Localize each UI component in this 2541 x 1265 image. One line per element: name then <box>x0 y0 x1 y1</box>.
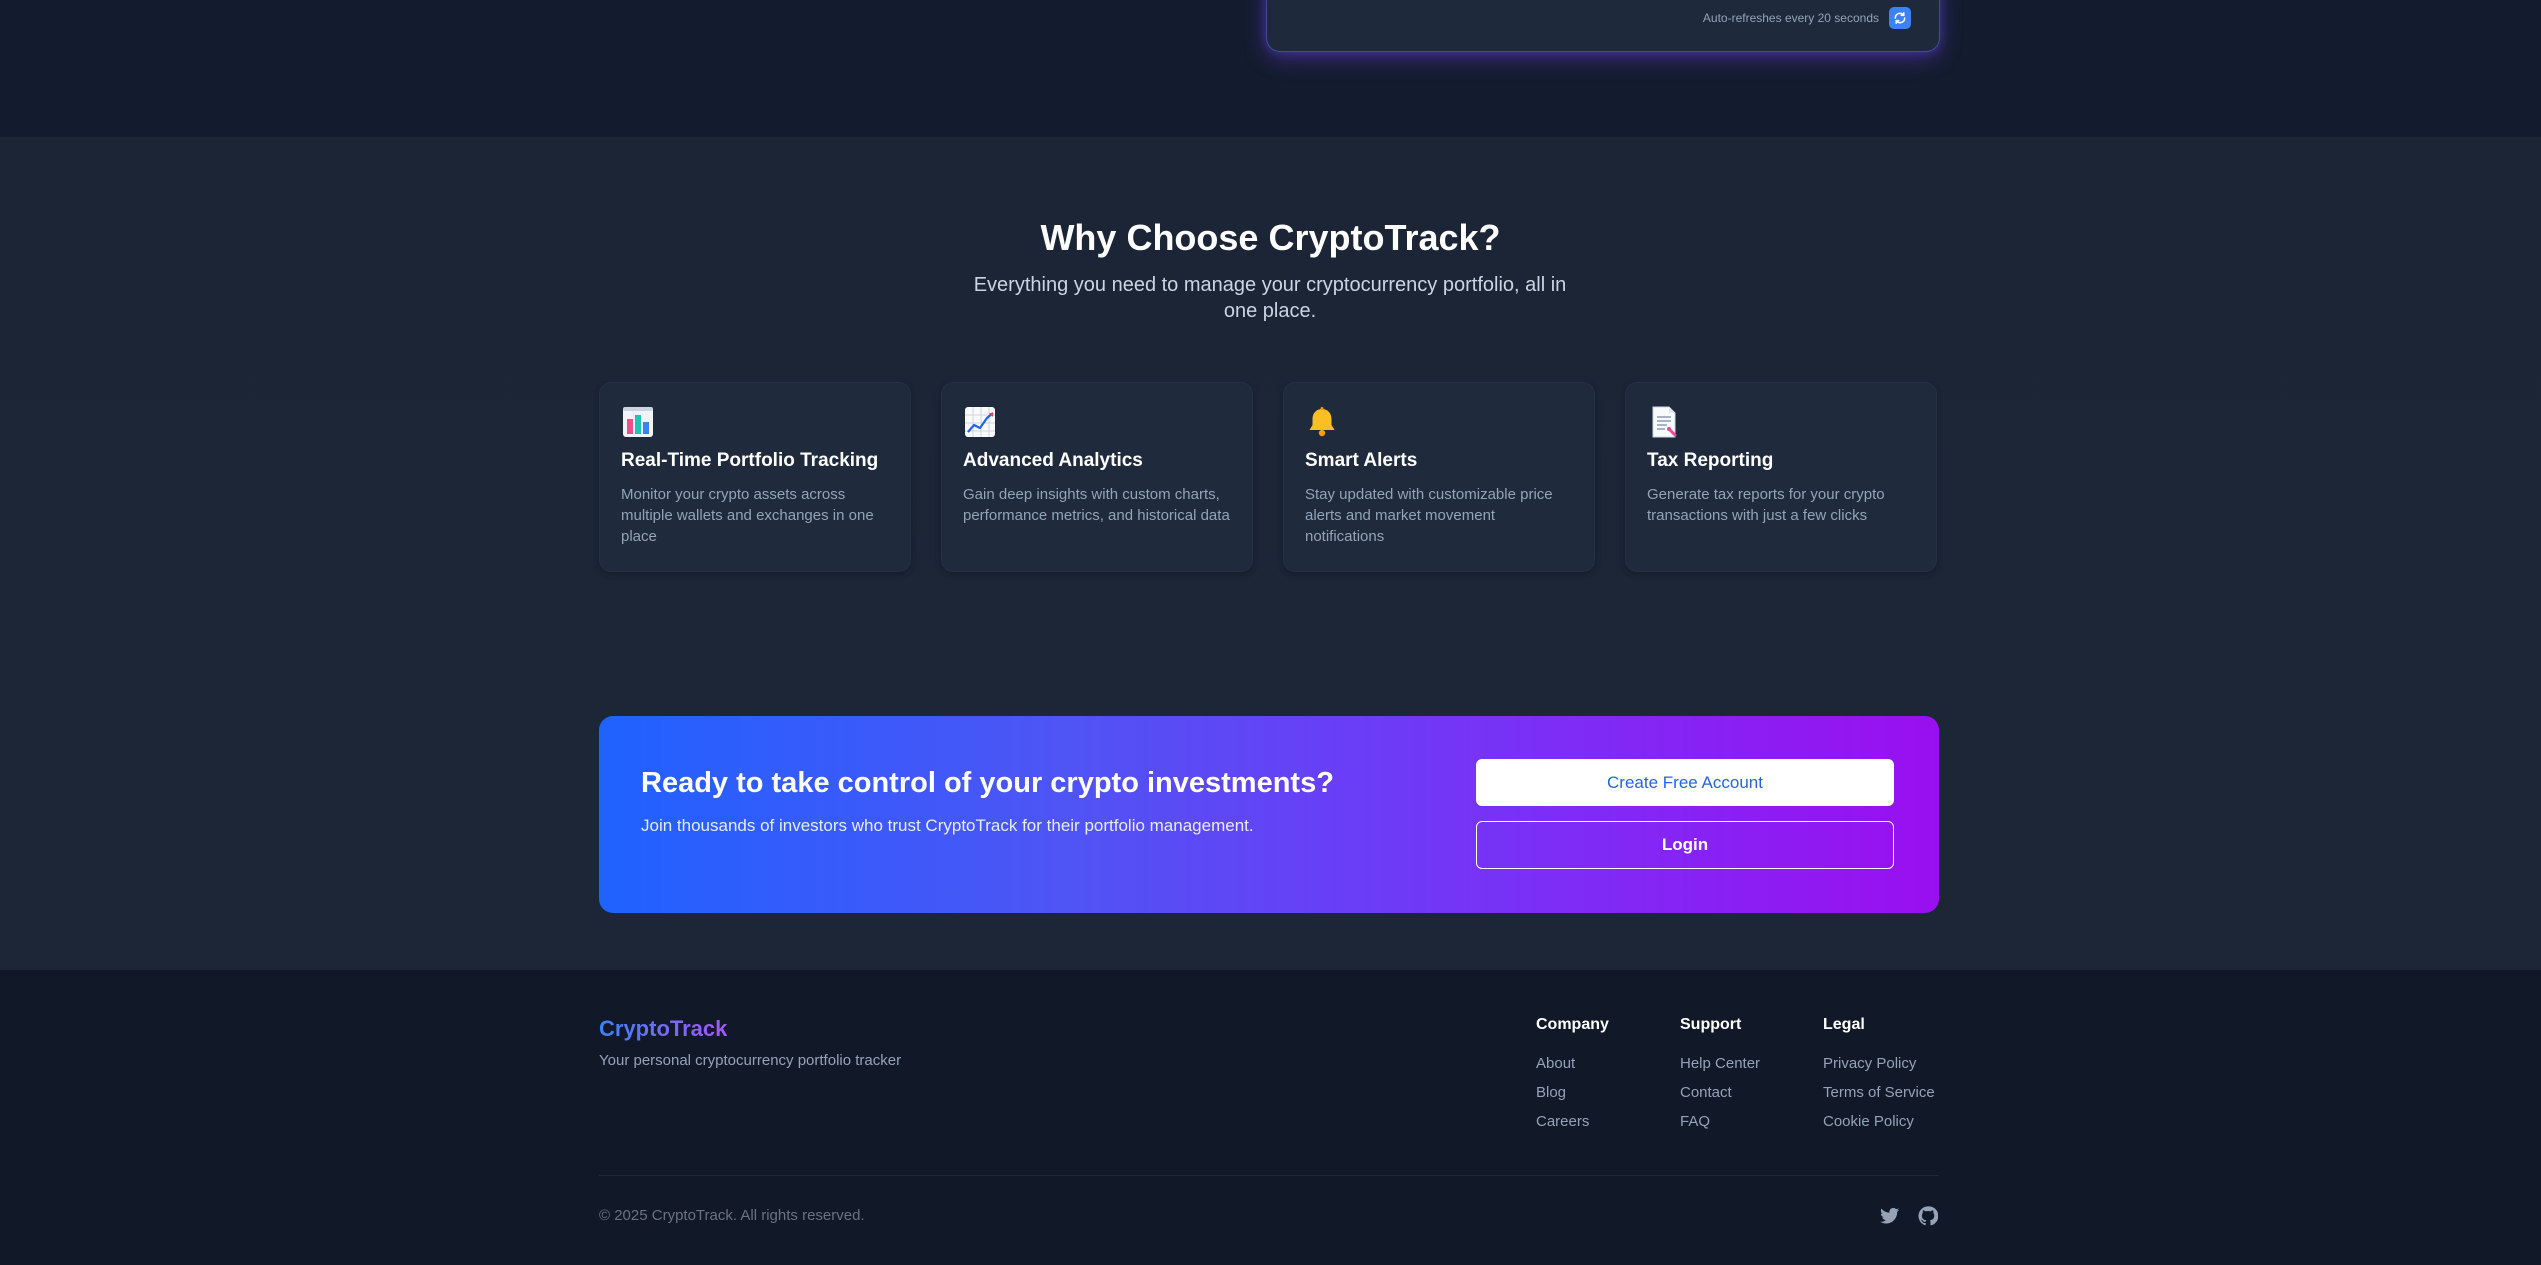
bar-chart-icon <box>623 407 653 437</box>
feature-card-title: Real-Time Portfolio Tracking <box>621 450 879 471</box>
feature-card-analytics: Advanced Analytics Gain deep insights wi… <box>941 382 1253 572</box>
footer-link-faq[interactable]: FAQ <box>1680 1113 1760 1130</box>
footer-column-title: Support <box>1680 1016 1742 1033</box>
features-subtitle: Everything you need to manage your crypt… <box>973 274 1567 322</box>
footer-link-cookie-policy[interactable]: Cookie Policy <box>1823 1113 1935 1130</box>
twitter-link[interactable] <box>1880 1206 1900 1226</box>
refresh-icon <box>1894 11 1906 25</box>
feature-card-title: Advanced Analytics <box>963 450 1143 471</box>
features-title: Why Choose CryptoTrack? <box>1040 217 1501 258</box>
footer-divider <box>599 1175 1939 1176</box>
document-icon <box>1652 406 1677 438</box>
feature-card-title: Tax Reporting <box>1647 450 1774 471</box>
footer-link-terms-of-service[interactable]: Terms of Service <box>1823 1084 1935 1101</box>
github-link[interactable] <box>1918 1206 1938 1226</box>
create-account-button[interactable]: Create Free Account <box>1476 759 1894 806</box>
feature-card-description: Gain deep insights with custom charts, p… <box>963 486 1230 524</box>
cta-subtitle: Join thousands of investors who trust Cr… <box>641 816 1254 835</box>
auto-refresh-text: Auto-refreshes every 20 seconds <box>1702 11 1879 25</box>
login-button[interactable]: Login <box>1476 821 1894 869</box>
page: Auto-refreshes every 20 seconds Why Choo… <box>0 0 2541 1265</box>
footer-link-about[interactable]: About <box>1536 1055 1609 1072</box>
feature-card-description: Generate tax reports for your crypto tra… <box>1647 486 1885 524</box>
footer-link-careers[interactable]: Careers <box>1536 1113 1609 1130</box>
auto-refresh-status: Auto-refreshes every 20 seconds <box>1703 7 1911 29</box>
cta-banner: Ready to take control of your crypto inv… <box>599 716 1939 913</box>
cta-title: Ready to take control of your crypto inv… <box>641 767 1334 799</box>
footer-brand-logo[interactable]: CryptoTrack <box>599 1016 727 1042</box>
footer-column-support: Support Help Center Contact FAQ <box>1680 1016 1760 1142</box>
footer-tagline: Your personal cryptocurrency portfolio t… <box>599 1052 902 1069</box>
twitter-icon <box>1880 1207 1900 1224</box>
line-chart-icon <box>965 407 995 437</box>
footer-column-title: Company <box>1536 1016 1609 1033</box>
copyright-text: © 2025 CryptoTrack. All rights reserved. <box>599 1207 865 1224</box>
refresh-button[interactable] <box>1889 7 1911 29</box>
feature-card-tax-reporting: Tax Reporting Generate tax reports for y… <box>1625 382 1937 572</box>
footer-column-company: Company About Blog Careers <box>1536 1016 1609 1142</box>
github-icon <box>1918 1206 1938 1226</box>
feature-card-portfolio-tracking: Real-Time Portfolio Tracking Monitor you… <box>599 382 911 572</box>
feature-card-title: Smart Alerts <box>1305 450 1418 471</box>
footer: CryptoTrack Your personal cryptocurrency… <box>0 970 2541 1265</box>
footer-link-help-center[interactable]: Help Center <box>1680 1055 1760 1072</box>
footer-column-legal: Legal Privacy Policy Terms of Service Co… <box>1823 1016 1935 1142</box>
feature-card-smart-alerts: Smart Alerts Stay updated with customiza… <box>1283 382 1595 572</box>
hero-section-bottom: Auto-refreshes every 20 seconds <box>0 0 2541 137</box>
bell-icon <box>1309 407 1335 437</box>
footer-link-privacy-policy[interactable]: Privacy Policy <box>1823 1055 1935 1072</box>
feature-card-description: Monitor your crypto assets across multip… <box>621 486 874 545</box>
portfolio-preview-card: Auto-refreshes every 20 seconds <box>1266 0 1940 52</box>
features-section: Why Choose CryptoTrack? Everything you n… <box>0 137 2541 970</box>
feature-card-description: Stay updated with customizable price ale… <box>1305 486 1553 545</box>
footer-link-contact[interactable]: Contact <box>1680 1084 1760 1101</box>
footer-column-title: Legal <box>1823 1016 1865 1033</box>
footer-link-blog[interactable]: Blog <box>1536 1084 1609 1101</box>
